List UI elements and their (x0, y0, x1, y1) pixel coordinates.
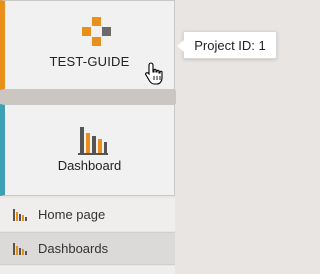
hand-cursor-icon (145, 62, 163, 85)
test-guide-logo-icon (82, 17, 111, 46)
sidebar-item-label: Dashboards (38, 241, 109, 256)
bar-chart-icon (78, 127, 108, 155)
bar-chart-icon (13, 208, 27, 221)
bar-chart-icon (13, 242, 27, 255)
sidebar-item-dashboards[interactable]: Dashboards (0, 232, 175, 265)
dashboard-tile[interactable]: Dashboard (0, 104, 175, 196)
dashboard-label: Dashboard (57, 158, 122, 173)
tile-separator (0, 90, 176, 104)
project-id-tooltip: Project ID: 1 (177, 31, 277, 59)
sidebar-item-label: Home page (38, 207, 106, 222)
sidebar-item-partial[interactable] (0, 266, 175, 274)
sidebar-item-home-page[interactable]: Home page (0, 198, 175, 231)
sidebar: TEST-GUIDE Dashboard Home page Dashboard… (0, 0, 176, 274)
